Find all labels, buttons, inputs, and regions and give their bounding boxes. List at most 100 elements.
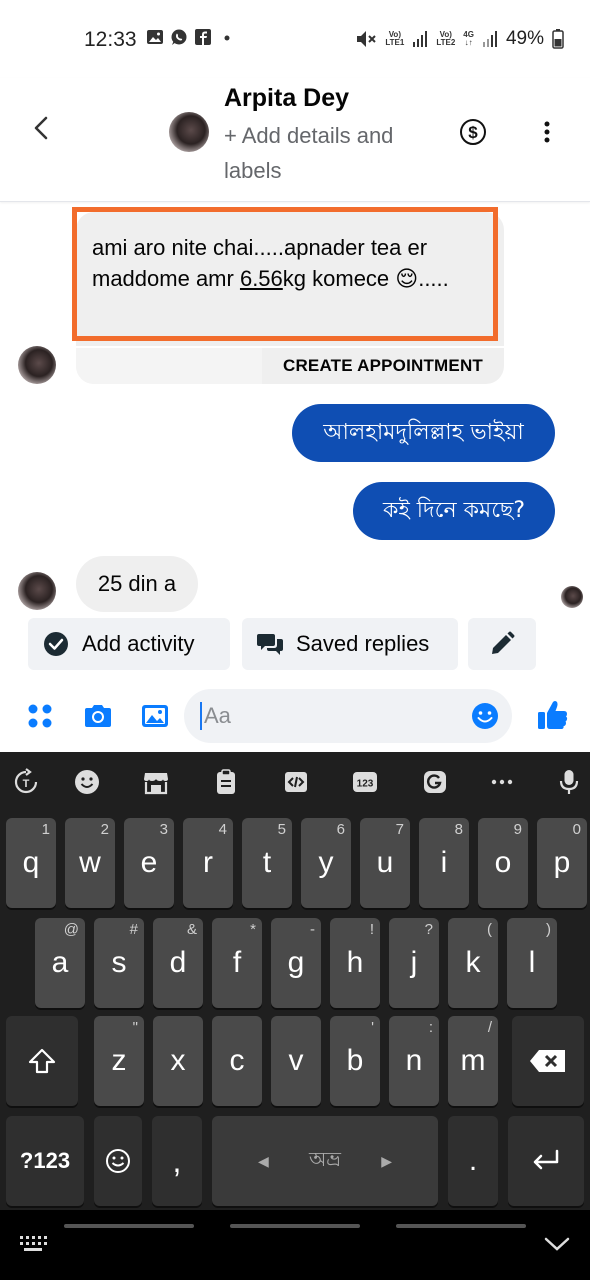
dot-icon [224,35,230,41]
gallery-icon [147,30,163,44]
action-spacer [76,348,262,384]
shift-key[interactable] [6,1016,78,1106]
clipboard-icon[interactable] [212,768,240,796]
battery-icon [552,29,564,49]
key-hint: ? [424,921,433,938]
backspace-key[interactable] [512,1016,584,1106]
store-icon[interactable] [142,768,170,796]
key-q[interactable]: q1 [6,818,56,908]
backspace-icon [530,1050,565,1072]
key-letter: x [170,1044,186,1077]
contact-avatar[interactable] [169,112,209,152]
space-key[interactable]: ◀ অভ্র ▶ [212,1116,438,1206]
key-c[interactable]: c [212,1016,262,1106]
key-letter: m [460,1044,486,1077]
message-input-placeholder: Aa [204,703,231,728]
add-activity-button[interactable]: Add activity [28,618,230,670]
key-s[interactable]: s # [94,918,144,1008]
more-horizontal-icon[interactable] [488,768,516,796]
add-details-link[interactable]: + Add details and labels [224,118,434,188]
thumbs-up-icon[interactable] [536,698,570,732]
key-letter: j [410,946,418,979]
key-z[interactable]: z " [94,1016,144,1106]
emoji-key[interactable] [94,1116,142,1206]
key-hint: 6 [336,821,345,838]
key-k[interactable]: k( [448,918,498,1008]
back-arrow-icon[interactable] [28,114,56,142]
seen-indicator-avatar [561,586,583,608]
gallery-icon[interactable] [139,700,171,732]
key-g[interactable]: g- [271,918,321,1008]
key-w[interactable]: w2 [65,818,115,908]
symbols-key[interactable]: ?123 [6,1116,84,1206]
key-b[interactable]: b ' [330,1016,380,1106]
hide-keyboard-icon[interactable] [544,1236,570,1252]
key-j[interactable]: j? [389,918,439,1008]
enter-key[interactable] [508,1116,584,1206]
key-hint: # [129,921,138,938]
emoji-icon[interactable] [73,768,101,796]
period-key[interactable]: . [448,1116,498,1206]
numpad-icon[interactable]: 123 [351,768,379,796]
conversation-header: Arpita Dey + Add details and labels $ [0,78,590,202]
gif-icon[interactable] [421,768,449,796]
status-time: 12:33 [84,28,137,51]
text-caret [200,702,202,730]
keyboard-toolbar: T 123 [0,752,590,812]
key-letter: l [528,946,536,979]
key-p[interactable]: p0 [537,818,587,908]
saved-replies-button[interactable]: Saved replies [242,618,458,670]
key-letter: e [140,846,158,879]
translate-icon[interactable]: T [12,768,40,796]
emoji-icon[interactable] [470,701,500,731]
more-options-icon[interactable] [535,118,559,146]
key-letter: n [405,1044,423,1077]
key-x[interactable]: x [153,1016,203,1106]
pencil-icon [492,631,515,654]
outgoing-message-bubble[interactable]: আলহামদুলিল্লাহ ভাইয়া [292,404,555,462]
key-hint: 7 [395,821,404,838]
key-o[interactable]: o9 [478,818,528,908]
create-appointment-button[interactable]: CREATE APPOINTMENT [262,348,504,384]
key-u[interactable]: u7 [360,818,410,908]
soft-keyboard: T 123 q1w2e3r4t5y6u7i8o9p0 a @ s # d & f * g - h! j… [0,752,590,1280]
key-v[interactable]: v [271,1016,321,1106]
apps-grid-icon[interactable] [24,700,56,732]
key-letter: g [287,946,305,979]
key-t[interactable]: t5 [242,818,292,908]
text-edit-icon[interactable] [282,768,310,796]
key-d[interactable]: d & [153,918,203,1008]
message-composer: Aa [0,684,590,750]
key-r[interactable]: r4 [183,818,233,908]
keyboard-switch-icon[interactable] [18,1234,48,1254]
key-hint: 3 [159,821,168,838]
key-y[interactable]: y6 [301,818,351,908]
outgoing-message-bubble[interactable]: কই দিনে কমছে? [353,482,555,540]
key-letter: b [346,1044,364,1077]
key-letter: r [203,846,213,879]
key-hint: 1 [41,821,50,838]
microphone-icon[interactable] [555,768,583,796]
key-h[interactable]: h! [330,918,380,1008]
key-l[interactable]: l) [507,918,557,1008]
key-n[interactable]: n: [389,1016,439,1106]
contact-name[interactable]: Arpita Dey [224,84,349,113]
message-input[interactable]: Aa [184,689,512,743]
key-f[interactable]: f * [212,918,262,1008]
dollar-icon[interactable]: $ [459,118,487,146]
key-e[interactable]: e3 [124,818,174,908]
key-hint: ! [369,921,374,938]
edit-button[interactable] [468,618,536,670]
key-letter: z [111,1044,127,1077]
key-hint: & [186,921,197,938]
camera-icon[interactable] [82,700,114,732]
key-letter: o [494,846,512,879]
key-hint: 5 [277,821,286,838]
key-i[interactable]: i8 [419,818,469,908]
key-hint: 2 [100,821,109,838]
key-hint: - [310,921,315,938]
incoming-message-bubble[interactable]: 25 din a [76,556,198,612]
comma-key[interactable]: , [152,1116,202,1206]
key-m[interactable]: m / [448,1016,498,1106]
key-a[interactable]: a @ [35,918,85,1008]
